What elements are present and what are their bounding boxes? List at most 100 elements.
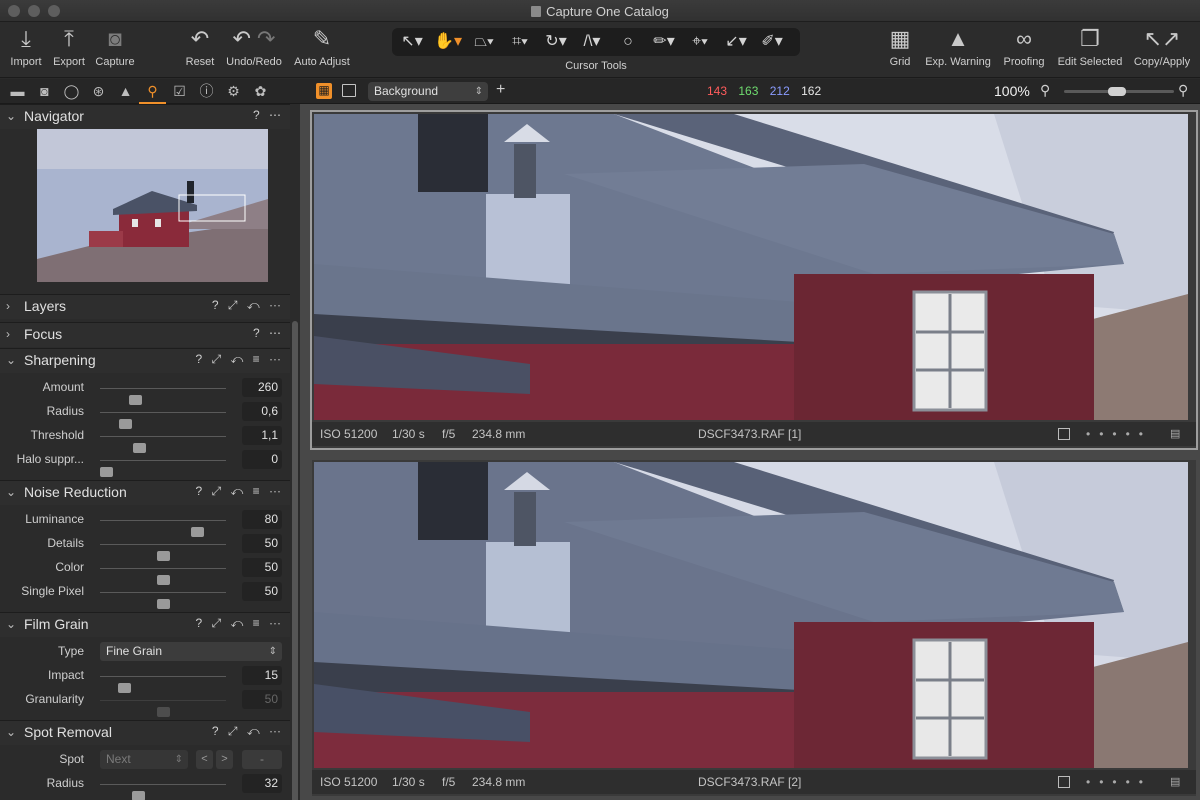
impact-slider[interactable] — [100, 676, 226, 693]
halo-suppression-slider[interactable] — [100, 460, 226, 477]
zoom-out-icon[interactable]: ⚲ — [1040, 82, 1050, 99]
aperture-value: f/5 — [442, 427, 456, 441]
multi-view-icon[interactable]: ▦ — [316, 83, 332, 99]
section-menu-icons[interactable]: ? ⋯ — [253, 108, 284, 122]
spot-radius-field[interactable]: 32 — [242, 774, 282, 793]
chevron-right-icon: › — [6, 299, 10, 313]
photo-1[interactable] — [314, 114, 1188, 420]
radius-slider[interactable] — [100, 412, 226, 429]
grid-button[interactable]: ▦ Grid — [884, 22, 916, 78]
single-view-icon[interactable] — [342, 84, 356, 97]
image-variant-1[interactable]: ISO 51200 1/30 s f/5 234.8 mm DSCF3473.R… — [310, 110, 1198, 450]
slider-thumb[interactable] — [157, 599, 170, 609]
image-info-bar: ISO 51200 1/30 s f/5 234.8 mm DSCF3473.R… — [312, 422, 1196, 446]
navigator-thumbnail[interactable] — [37, 129, 268, 282]
cursor-tools-label: Cursor Tools — [565, 60, 627, 72]
layer-select[interactable]: Background ⇕ — [368, 82, 488, 101]
film-grain-header[interactable]: ⌄ Film Grain ? ⤢ ↶ ≡ ⋯ — [0, 612, 290, 637]
color-tag-icon[interactable]: ▤ — [1170, 775, 1180, 788]
crop-icon[interactable]: ⌗▾ — [502, 28, 538, 56]
focus-header[interactable]: › Focus ? ⋯ — [0, 322, 290, 347]
color-tag-icon[interactable]: ▤ — [1170, 427, 1180, 440]
import-button[interactable]: ⤓ Import — [6, 22, 46, 78]
layers-header[interactable]: › Layers ? ⤢ ↶ ⋯ — [0, 294, 290, 319]
brush-icon[interactable]: ✏▾ — [646, 28, 682, 56]
single-pixel-slider[interactable] — [100, 592, 226, 609]
select-checkbox[interactable] — [1058, 428, 1070, 440]
color-field[interactable]: 50 — [242, 558, 282, 577]
adjustments-tab-icon[interactable]: ☑ — [166, 79, 193, 104]
auto-adjust-button[interactable]: ✎ Auto Adjust — [290, 22, 354, 78]
select-checkbox[interactable] — [1058, 776, 1070, 788]
copy-apply-button[interactable]: ↖↗ Copy/Apply — [1130, 22, 1194, 78]
batch-tab-icon[interactable]: ✿ — [247, 79, 274, 104]
details-slider[interactable] — [100, 544, 226, 561]
navigator-header[interactable]: ⌄ Navigator ? ⋯ — [0, 104, 290, 129]
metadata-tab-icon[interactable]: ⓘ — [193, 79, 220, 104]
amount-field[interactable]: 260 — [242, 378, 282, 397]
photo-2[interactable] — [314, 462, 1188, 768]
remove-spot-button[interactable]: - — [242, 750, 282, 769]
threshold-slider[interactable] — [100, 436, 226, 453]
capture-tab-icon[interactable]: ◙ — [31, 79, 58, 104]
slider-thumb[interactable] — [100, 467, 114, 477]
keystone-icon[interactable]: ⏢▾ — [466, 28, 502, 56]
grain-type-select[interactable]: Fine Grain ⇕ — [100, 642, 282, 661]
noise-reduction-header[interactable]: ⌄ Noise Reduction ? ⤢ ↶ ≡ ⋯ — [0, 480, 290, 505]
select-cursor-icon[interactable]: ↖▾ — [394, 28, 430, 56]
picker-icon[interactable]: ⌖▾ — [682, 28, 718, 56]
select-arrows-icon: ⇕ — [174, 754, 183, 765]
library-tab-icon[interactable]: ▬ — [4, 79, 31, 104]
reset-button[interactable]: ↶ Reset — [182, 22, 218, 78]
spot-select[interactable]: Next ⇕ — [100, 750, 188, 769]
section-menu-icons[interactable]: ? ⤢ ↶ ≡ ⋯ — [196, 352, 284, 367]
next-spot-button[interactable]: > — [216, 750, 233, 769]
image-variant-2[interactable]: ISO 51200 1/30 s f/5 234.8 mm DSCF3473.R… — [312, 460, 1196, 796]
rating-dots[interactable]: ••••• — [1086, 427, 1152, 441]
undo-redo-button[interactable]: ↶ ↷ Undo/Redo — [222, 22, 286, 78]
details-tab-icon[interactable]: ⚲ — [139, 79, 166, 104]
impact-field[interactable]: 15 — [242, 666, 282, 685]
panel-scrollbar[interactable] — [292, 321, 298, 800]
pan-hand-icon[interactable]: ✋▾ — [430, 28, 466, 56]
proofing-button[interactable]: ∞ Proofing — [998, 22, 1050, 78]
capture-button[interactable]: ◙ Capture — [92, 22, 138, 78]
rotate-icon[interactable]: ↻▾ — [538, 28, 574, 56]
sharpening-header[interactable]: ⌄ Sharpening ? ⤢ ↶ ≡ ⋯ — [0, 348, 290, 373]
luminance-slider[interactable] — [100, 520, 226, 537]
zoom-in-icon[interactable]: ⚲ — [1178, 82, 1188, 99]
edit-selected-button[interactable]: ❐ Edit Selected — [1052, 22, 1128, 78]
zoom-slider[interactable] — [1064, 87, 1174, 96]
color-slider[interactable] — [100, 568, 226, 585]
radius-field[interactable]: 0,6 — [242, 402, 282, 421]
select-arrows-icon: ⇕ — [474, 86, 483, 97]
exposure-warning-button[interactable]: ▲ Exp. Warning — [922, 22, 994, 78]
rating-dots[interactable]: ••••• — [1086, 775, 1152, 789]
add-layer-icon[interactable]: + — [496, 81, 505, 99]
eraser-icon[interactable]: ✐▾ — [754, 28, 790, 56]
threshold-field[interactable]: 1,1 — [242, 426, 282, 445]
section-menu-icons[interactable]: ? ⤢ ↶ ⋯ — [212, 298, 284, 313]
exposure-tab-icon[interactable]: ▲ — [112, 79, 139, 104]
lens-tab-icon[interactable]: ◯ — [58, 79, 85, 104]
section-menu-icons[interactable]: ? ⤢ ↶ ⋯ — [212, 724, 284, 739]
color-tab-icon[interactable]: ⊛ — [85, 79, 112, 104]
zoom-slider-thumb[interactable] — [1108, 87, 1126, 96]
slider-thumb[interactable] — [131, 791, 145, 800]
details-field[interactable]: 50 — [242, 534, 282, 553]
circle-icon[interactable]: ○ — [610, 28, 646, 56]
amount-slider[interactable] — [100, 388, 226, 405]
single-pixel-field[interactable]: 50 — [242, 582, 282, 601]
section-menu-icons[interactable]: ? ⤢ ↶ ≡ ⋯ — [196, 484, 284, 499]
halo-suppression-field[interactable]: 0 — [242, 450, 282, 469]
luminance-field[interactable]: 80 — [242, 510, 282, 529]
spot-removal-header[interactable]: ⌄ Spot Removal ? ⤢ ↶ ⋯ — [0, 720, 290, 745]
export-button[interactable]: ⤒ Export — [48, 22, 90, 78]
section-menu-icons[interactable]: ? ⋯ — [253, 326, 284, 340]
previous-spot-button[interactable]: < — [196, 750, 213, 769]
straighten-icon[interactable]: /\▾ — [574, 28, 610, 56]
annotate-icon[interactable]: ↙▾ — [718, 28, 754, 56]
section-menu-icons[interactable]: ? ⤢ ↶ ≡ ⋯ — [196, 616, 284, 631]
output-tab-icon[interactable]: ⚙ — [220, 79, 247, 104]
spot-radius-slider[interactable] — [100, 784, 226, 800]
